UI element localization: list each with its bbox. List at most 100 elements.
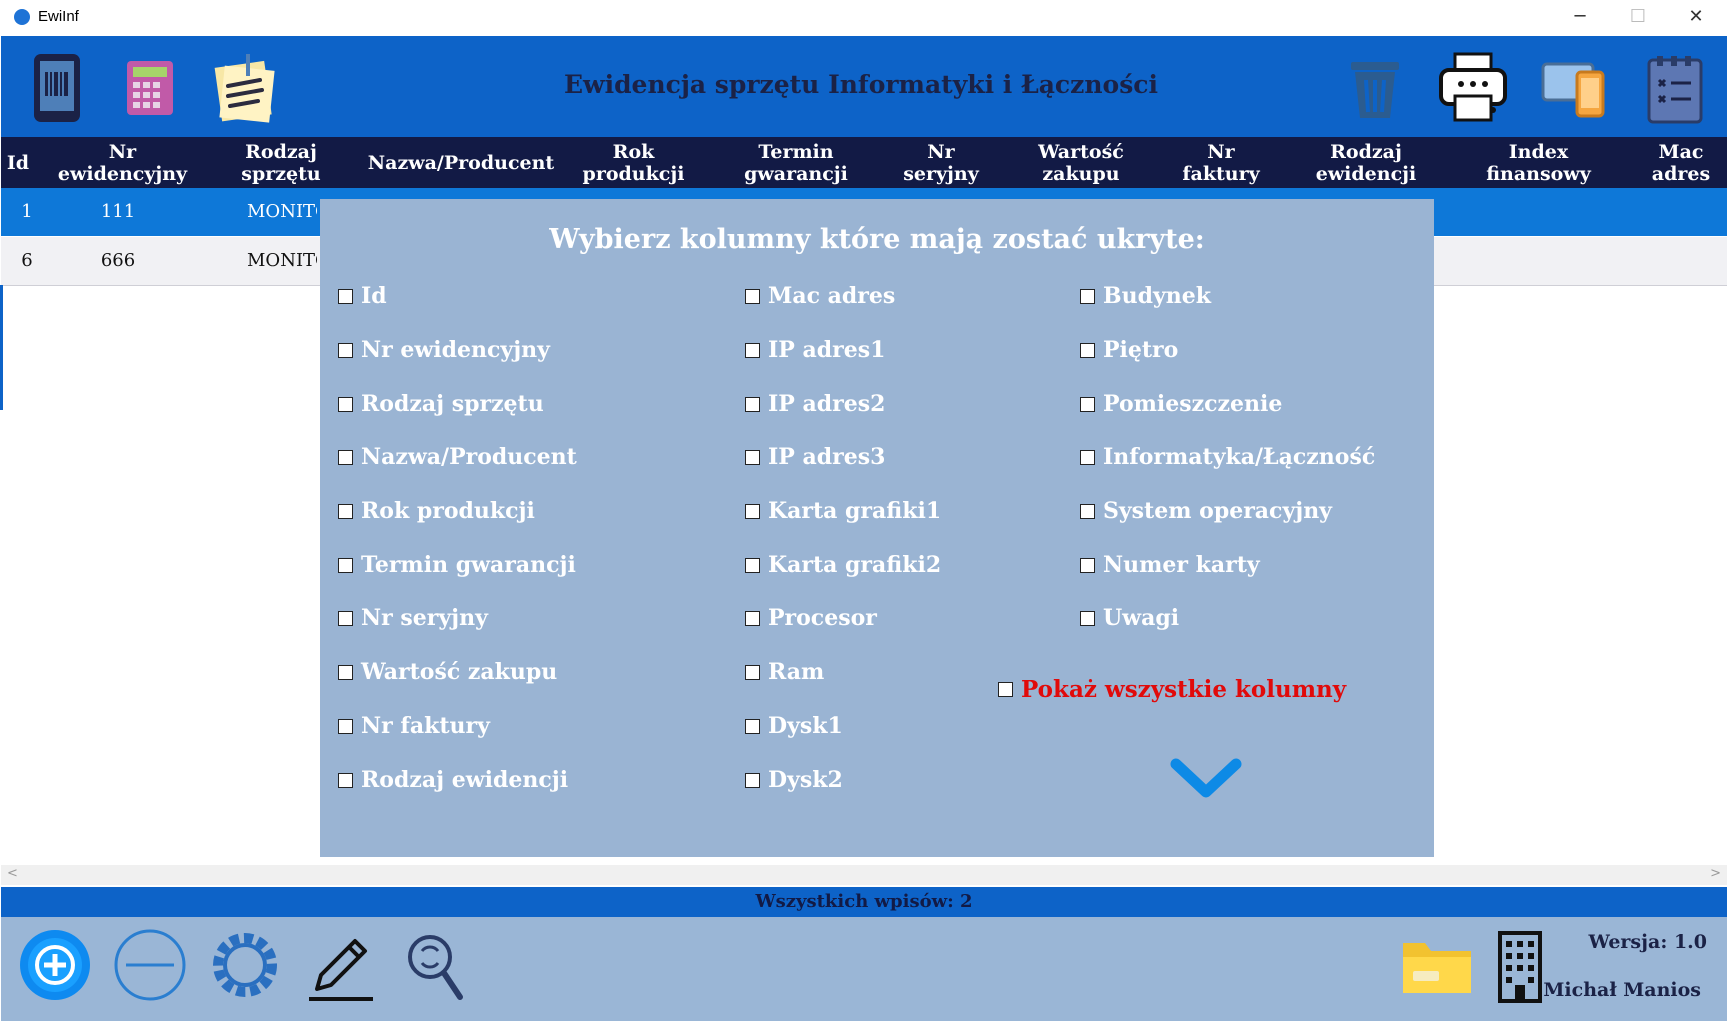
checkbox[interactable]: [1080, 557, 1095, 573]
checkbox[interactable]: [745, 396, 760, 412]
checkbox[interactable]: [1080, 396, 1095, 412]
trash-icon[interactable]: [1337, 50, 1413, 126]
checkbox[interactable]: [338, 288, 353, 304]
devices-icon[interactable]: [1537, 50, 1613, 126]
column-header-id[interactable]: Id: [1, 137, 35, 188]
option-pomieszczenie[interactable]: Pomieszczenie: [1080, 391, 1282, 417]
checkbox[interactable]: [338, 449, 353, 465]
option-label: Piętro: [1103, 337, 1179, 363]
option-mac-adres[interactable]: Mac adres: [745, 283, 895, 309]
scroll-left-arrow[interactable]: <: [7, 866, 18, 881]
checkbox[interactable]: [998, 682, 1013, 697]
checkbox[interactable]: [745, 342, 760, 358]
settings-gear-icon[interactable]: [207, 927, 283, 1003]
option-nazwa-producent[interactable]: Nazwa/Producent: [338, 444, 577, 470]
checkbox[interactable]: [745, 503, 760, 519]
option-system-operacyjny[interactable]: System operacyjny: [1080, 498, 1332, 524]
checkbox[interactable]: [745, 664, 760, 680]
column-header-termin-gwarancji[interactable]: Termin gwarancji: [726, 137, 866, 188]
checkbox[interactable]: [338, 664, 353, 680]
minimize-button[interactable]: ─: [1551, 0, 1609, 36]
close-button[interactable]: ✕: [1667, 0, 1725, 36]
checkbox[interactable]: [745, 449, 760, 465]
option-rodzaj-ewidencji[interactable]: Rodzaj ewidencji: [338, 767, 568, 793]
option-ip-adres1[interactable]: IP adres1: [745, 337, 885, 363]
column-header-rodzaj-sprzetu[interactable]: Rodzaj sprzętu: [211, 137, 351, 188]
option-show-all-columns[interactable]: Pokaż wszystkie kolumny: [998, 676, 1346, 703]
checkbox[interactable]: [1080, 503, 1095, 519]
checkbox[interactable]: [338, 610, 353, 626]
maximize-button[interactable]: ☐: [1609, 0, 1667, 36]
option-label: Mac adres: [768, 283, 896, 309]
checkbox[interactable]: [1080, 449, 1095, 465]
window-titlebar: EwiInf ─ ☐ ✕: [0, 0, 1727, 36]
checkbox[interactable]: [338, 772, 353, 788]
column-header-mac-adres[interactable]: Mac adres: [1641, 137, 1721, 188]
checkbox[interactable]: [338, 503, 353, 519]
column-header-nr-seryjny[interactable]: Nr seryjny: [881, 137, 1001, 188]
checkbox[interactable]: [338, 342, 353, 358]
option-rok-produkcji[interactable]: Rok produkcji: [338, 498, 535, 524]
option-ram[interactable]: Ram: [745, 659, 824, 685]
column-header-index-finansowy[interactable]: Index finansowy: [1461, 137, 1616, 188]
option-pietro[interactable]: Piętro: [1080, 337, 1178, 363]
checkbox[interactable]: [745, 288, 760, 304]
option-uwagi[interactable]: Uwagi: [1080, 605, 1179, 631]
folder-icon[interactable]: [1399, 927, 1475, 1003]
option-rodzaj-sprzetu[interactable]: Rodzaj sprzętu: [338, 391, 544, 417]
option-dysk1[interactable]: Dysk1: [745, 713, 843, 739]
option-ip-adres3[interactable]: IP adres3: [745, 444, 885, 470]
phone-barcode-icon[interactable]: [19, 50, 95, 126]
option-karta-grafiki1[interactable]: Karta grafiki1: [745, 498, 941, 524]
option-label: Dysk2: [768, 767, 843, 793]
option-label: Procesor: [768, 605, 877, 631]
option-dysk2[interactable]: Dysk2: [745, 767, 843, 793]
column-header-nazwa-producent[interactable]: Nazwa/Producent: [361, 137, 561, 188]
option-termin-gwarancji[interactable]: Termin gwarancji: [338, 552, 576, 578]
checkbox[interactable]: [1080, 342, 1095, 358]
checkbox[interactable]: [745, 610, 760, 626]
printer-icon[interactable]: [1435, 50, 1511, 126]
edit-pen-icon[interactable]: [303, 927, 379, 1003]
option-wartosc-zakupu[interactable]: Wartość zakupu: [338, 659, 557, 685]
option-label: Nr faktury: [361, 713, 490, 739]
horizontal-scrollbar[interactable]: < >: [1, 865, 1727, 885]
notes-icon[interactable]: [206, 50, 282, 126]
version-label: Wersja: 1.0: [1588, 931, 1707, 953]
column-header-rok-produkcji[interactable]: Rok produkcji: [571, 137, 696, 188]
add-icon[interactable]: [17, 927, 93, 1003]
option-id[interactable]: Id: [338, 283, 387, 309]
checkbox[interactable]: [338, 557, 353, 573]
option-label: IP adres2: [768, 391, 886, 417]
checkbox[interactable]: [745, 718, 760, 734]
column-header-rodzaj-ewidencji[interactable]: Rodzaj ewidencji: [1296, 137, 1436, 188]
option-budynek[interactable]: Budynek: [1080, 283, 1211, 309]
search-refresh-icon[interactable]: [398, 927, 474, 1003]
column-header-wartosc-zakupu[interactable]: Wartość zakupu: [1021, 137, 1141, 188]
option-label: Rodzaj ewidencji: [361, 767, 569, 793]
option-nr-seryjny[interactable]: Nr seryjny: [338, 605, 488, 631]
checkbox[interactable]: [1080, 610, 1095, 626]
checkbox[interactable]: [338, 396, 353, 412]
checkbox[interactable]: [1080, 288, 1095, 304]
column-header-nr-faktury[interactable]: Nr faktury: [1161, 137, 1281, 188]
checklist-icon[interactable]: [1637, 50, 1713, 126]
option-label: Pokaż wszystkie kolumny: [1021, 676, 1347, 703]
option-nr-faktury[interactable]: Nr faktury: [338, 713, 490, 739]
option-nr-ewidencyjny[interactable]: Nr ewidencyjny: [338, 337, 550, 363]
option-label: Numer karty: [1103, 552, 1260, 578]
option-numer-karty[interactable]: Numer karty: [1080, 552, 1260, 578]
calculator-icon[interactable]: [112, 50, 188, 126]
option-ip-adres2[interactable]: IP adres2: [745, 391, 885, 417]
option-informatyka-lacznosc[interactable]: Informatyka/Łączność: [1080, 444, 1375, 470]
option-procesor[interactable]: Procesor: [745, 605, 877, 631]
option-karta-grafiki2[interactable]: Karta grafiki2: [745, 552, 941, 578]
checkbox[interactable]: [745, 772, 760, 788]
column-header-nr-ewidencyjny[interactable]: Nr ewidencyjny: [45, 137, 200, 188]
scroll-right-arrow[interactable]: >: [1710, 866, 1721, 881]
app-title-heading: Ewidencja sprzętu Informatyki i Łącznośc…: [564, 70, 1158, 99]
remove-icon[interactable]: [112, 927, 188, 1003]
chevron-down-icon[interactable]: [1168, 756, 1244, 804]
checkbox[interactable]: [338, 718, 353, 734]
checkbox[interactable]: [745, 557, 760, 573]
